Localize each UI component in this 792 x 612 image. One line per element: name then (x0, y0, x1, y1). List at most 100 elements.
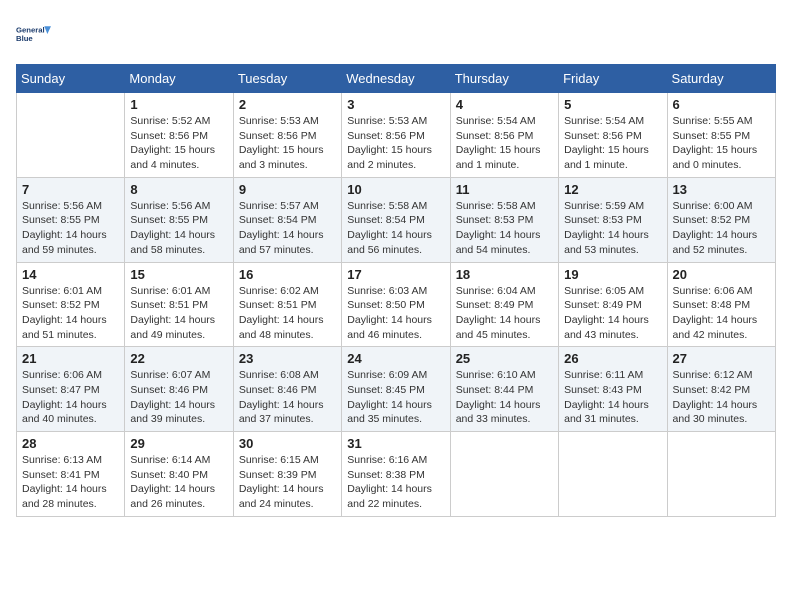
day-info: Sunrise: 5:58 AMSunset: 8:53 PMDaylight:… (456, 199, 553, 258)
day-number: 19 (564, 267, 661, 282)
day-number: 22 (130, 351, 227, 366)
day-number: 4 (456, 97, 553, 112)
day-number: 12 (564, 182, 661, 197)
day-info: Sunrise: 6:04 AMSunset: 8:49 PMDaylight:… (456, 284, 553, 343)
calendar-cell: 18 Sunrise: 6:04 AMSunset: 8:49 PMDayligh… (450, 262, 558, 347)
weekday-header-friday: Friday (559, 65, 667, 93)
calendar-cell: 13 Sunrise: 6:00 AMSunset: 8:52 PMDayligh… (667, 177, 775, 262)
day-number: 25 (456, 351, 553, 366)
calendar-cell: 31Sunrise: 6:16 AMSunset: 8:38 PMDayligh… (342, 432, 450, 517)
calendar-cell: 16Sunrise: 6:02 AMSunset: 8:51 PMDayligh… (233, 262, 341, 347)
calendar-cell: 29Sunrise: 6:14 AMSunset: 8:40 PMDayligh… (125, 432, 233, 517)
day-info: Sunrise: 6:14 AMSunset: 8:40 PMDaylight:… (130, 453, 227, 512)
day-info: Sunrise: 6:11 AMSunset: 8:43 PMDaylight:… (564, 368, 661, 427)
week-row-1: 1Sunrise: 5:52 AMSunset: 8:56 PMDaylight… (17, 93, 776, 178)
svg-text:Blue: Blue (16, 34, 33, 43)
day-info: Sunrise: 6:00 AMSunset: 8:52 PMDaylight:… (673, 199, 770, 258)
week-row-5: 28 Sunrise: 6:13 AMSunset: 8:41 PMDayligh… (17, 432, 776, 517)
weekday-header-monday: Monday (125, 65, 233, 93)
day-number: 30 (239, 436, 336, 451)
day-number: 16 (239, 267, 336, 282)
calendar-cell: 1Sunrise: 5:52 AMSunset: 8:56 PMDaylight… (125, 93, 233, 178)
calendar-cell: 5 Sunrise: 5:54 AMSunset: 8:56 PMDaylight… (559, 93, 667, 178)
day-number: 15 (130, 267, 227, 282)
day-info: Sunrise: 6:10 AMSunset: 8:44 PMDaylight:… (456, 368, 553, 427)
day-number: 21 (22, 351, 119, 366)
calendar-cell (450, 432, 558, 517)
weekday-header-tuesday: Tuesday (233, 65, 341, 93)
day-number: 17 (347, 267, 444, 282)
weekday-header-saturday: Saturday (667, 65, 775, 93)
day-info: Sunrise: 5:58 AMSunset: 8:54 PMDaylight:… (347, 199, 444, 258)
weekday-header-row: SundayMondayTuesdayWednesdayThursdayFrid… (17, 65, 776, 93)
day-info: Sunrise: 6:15 AMSunset: 8:39 PMDaylight:… (239, 453, 336, 512)
day-info: Sunrise: 6:12 AMSunset: 8:42 PMDaylight:… (673, 368, 770, 427)
day-info: Sunrise: 5:57 AMSunset: 8:54 PMDaylight:… (239, 199, 336, 258)
day-info: Sunrise: 5:59 AMSunset: 8:53 PMDaylight:… (564, 199, 661, 258)
day-number: 11 (456, 182, 553, 197)
week-row-3: 14 Sunrise: 6:01 AMSunset: 8:52 PMDayligh… (17, 262, 776, 347)
calendar-cell: 26 Sunrise: 6:11 AMSunset: 8:43 PMDayligh… (559, 347, 667, 432)
svg-text:General: General (16, 25, 45, 34)
calendar-cell: 20 Sunrise: 6:06 AMSunset: 8:48 PMDayligh… (667, 262, 775, 347)
day-info: Sunrise: 6:07 AMSunset: 8:46 PMDaylight:… (130, 368, 227, 427)
day-number: 10 (347, 182, 444, 197)
day-info: Sunrise: 6:08 AMSunset: 8:46 PMDaylight:… (239, 368, 336, 427)
day-number: 7 (22, 182, 119, 197)
day-info: Sunrise: 6:16 AMSunset: 8:38 PMDaylight:… (347, 453, 444, 512)
day-number: 8 (130, 182, 227, 197)
weekday-header-wednesday: Wednesday (342, 65, 450, 93)
week-row-2: 7 Sunrise: 5:56 AMSunset: 8:55 PMDaylight… (17, 177, 776, 262)
calendar-cell: 8 Sunrise: 5:56 AMSunset: 8:55 PMDaylight… (125, 177, 233, 262)
calendar-cell: 28 Sunrise: 6:13 AMSunset: 8:41 PMDayligh… (17, 432, 125, 517)
calendar-cell: 4 Sunrise: 5:54 AMSunset: 8:56 PMDaylight… (450, 93, 558, 178)
day-info: Sunrise: 5:56 AMSunset: 8:55 PMDaylight:… (130, 199, 227, 258)
day-info: Sunrise: 5:53 AMSunset: 8:56 PMDaylight:… (347, 114, 444, 173)
day-info: Sunrise: 6:01 AMSunset: 8:52 PMDaylight:… (22, 284, 119, 343)
day-number: 20 (673, 267, 770, 282)
logo: GeneralBlue (16, 16, 52, 52)
day-info: Sunrise: 5:54 AMSunset: 8:56 PMDaylight:… (456, 114, 553, 173)
day-info: Sunrise: 5:55 AMSunset: 8:55 PMDaylight:… (673, 114, 770, 173)
day-info: Sunrise: 6:06 AMSunset: 8:48 PMDaylight:… (673, 284, 770, 343)
day-info: Sunrise: 6:03 AMSunset: 8:50 PMDaylight:… (347, 284, 444, 343)
day-number: 18 (456, 267, 553, 282)
calendar-cell: 3 Sunrise: 5:53 AMSunset: 8:56 PMDaylight… (342, 93, 450, 178)
calendar-cell: 9Sunrise: 5:57 AMSunset: 8:54 PMDaylight… (233, 177, 341, 262)
calendar-cell: 11 Sunrise: 5:58 AMSunset: 8:53 PMDayligh… (450, 177, 558, 262)
day-info: Sunrise: 6:13 AMSunset: 8:41 PMDaylight:… (22, 453, 119, 512)
day-info: Sunrise: 6:01 AMSunset: 8:51 PMDaylight:… (130, 284, 227, 343)
calendar-cell: 30 Sunrise: 6:15 AMSunset: 8:39 PMDayligh… (233, 432, 341, 517)
day-number: 26 (564, 351, 661, 366)
calendar-cell: 27 Sunrise: 6:12 AMSunset: 8:42 PMDayligh… (667, 347, 775, 432)
calendar-cell: 23 Sunrise: 6:08 AMSunset: 8:46 PMDayligh… (233, 347, 341, 432)
day-number: 27 (673, 351, 770, 366)
calendar-cell: 14 Sunrise: 6:01 AMSunset: 8:52 PMDayligh… (17, 262, 125, 347)
day-number: 28 (22, 436, 119, 451)
day-number: 14 (22, 267, 119, 282)
calendar-cell: 10 Sunrise: 5:58 AMSunset: 8:54 PMDayligh… (342, 177, 450, 262)
calendar-cell: 2 Sunrise: 5:53 AMSunset: 8:56 PMDaylight… (233, 93, 341, 178)
day-number: 2 (239, 97, 336, 112)
calendar-cell: 17 Sunrise: 6:03 AMSunset: 8:50 PMDayligh… (342, 262, 450, 347)
weekday-header-thursday: Thursday (450, 65, 558, 93)
calendar-cell: 6Sunrise: 5:55 AMSunset: 8:55 PMDaylight… (667, 93, 775, 178)
calendar-table: SundayMondayTuesdayWednesdayThursdayFrid… (16, 64, 776, 517)
calendar-cell (667, 432, 775, 517)
day-number: 23 (239, 351, 336, 366)
day-number: 24 (347, 351, 444, 366)
day-number: 3 (347, 97, 444, 112)
day-number: 5 (564, 97, 661, 112)
calendar-cell (559, 432, 667, 517)
calendar-cell (17, 93, 125, 178)
day-info: Sunrise: 5:53 AMSunset: 8:56 PMDaylight:… (239, 114, 336, 173)
calendar-cell: 12 Sunrise: 5:59 AMSunset: 8:53 PMDayligh… (559, 177, 667, 262)
day-number: 13 (673, 182, 770, 197)
calendar-cell: 21Sunrise: 6:06 AMSunset: 8:47 PMDayligh… (17, 347, 125, 432)
calendar-cell: 24Sunrise: 6:09 AMSunset: 8:45 PMDayligh… (342, 347, 450, 432)
page-header: GeneralBlue (16, 16, 776, 52)
week-row-4: 21Sunrise: 6:06 AMSunset: 8:47 PMDayligh… (17, 347, 776, 432)
day-info: Sunrise: 5:54 AMSunset: 8:56 PMDaylight:… (564, 114, 661, 173)
calendar-cell: 19Sunrise: 6:05 AMSunset: 8:49 PMDayligh… (559, 262, 667, 347)
calendar-cell: 22 Sunrise: 6:07 AMSunset: 8:46 PMDayligh… (125, 347, 233, 432)
